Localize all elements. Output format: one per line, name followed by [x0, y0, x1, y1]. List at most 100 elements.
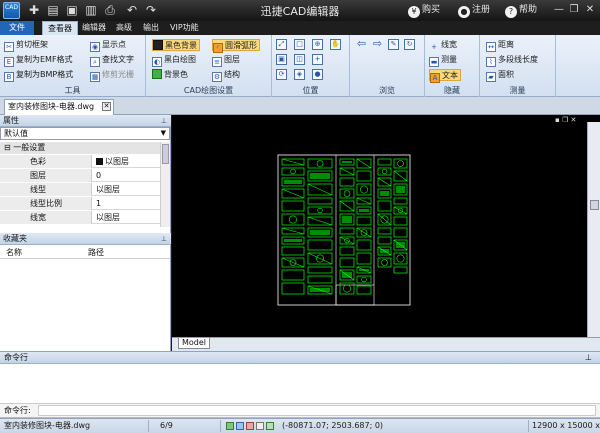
clip-frame-button[interactable]: ✂ 剪切框架	[4, 39, 48, 52]
tab-editor[interactable]: 编辑器	[77, 21, 111, 35]
edit-view-icon[interactable]: ✎	[388, 39, 399, 50]
pin-icon[interactable]: ⊥	[161, 233, 167, 245]
undo-icon[interactable]: ↶	[125, 3, 139, 17]
command-input[interactable]	[38, 405, 596, 416]
drawing-stroke	[339, 200, 355, 212]
drawing-stroke	[307, 197, 333, 205]
zoom-icon[interactable]: ⊕	[312, 39, 323, 50]
browse-group-label: 浏览	[379, 86, 395, 95]
clip-frame-icon: ✂	[4, 42, 14, 52]
tab-viewer[interactable]: 查看器	[42, 21, 78, 35]
property-row[interactable]: 色彩 以图层	[0, 155, 160, 168]
layers-button[interactable]: ≡ 图层	[212, 54, 240, 67]
column-path[interactable]: 路径	[88, 246, 104, 259]
pan-hand-icon[interactable]: ✋	[330, 39, 341, 50]
properties-scrollbar[interactable]	[160, 142, 170, 227]
model-tab[interactable]: Model	[178, 338, 210, 349]
distance-button[interactable]: ↔ 距离	[486, 39, 514, 52]
minimize-icon[interactable]: ▪	[555, 116, 560, 124]
property-row[interactable]: 线型 以图层	[0, 183, 160, 196]
grid-icon[interactable]	[236, 422, 244, 430]
lineweight-icon[interactable]	[256, 422, 264, 430]
trim-raster-button[interactable]: ▦ 修剪光栅	[90, 69, 134, 82]
document-tab[interactable]: 室内装修图块-电器.dwg ✕	[4, 99, 114, 115]
black-white-button[interactable]: ◐ 黑白绘图	[152, 54, 196, 67]
print-icon[interactable]: ⎙	[103, 3, 117, 17]
property-row[interactable]: 线型比例 1	[0, 197, 160, 210]
background-color-button[interactable]: 背景色	[152, 69, 188, 81]
forward-arrow-icon[interactable]: ⇨	[372, 38, 383, 50]
drawing-stroke	[377, 227, 392, 235]
restore-icon[interactable]: ❐	[567, 3, 581, 17]
snap-icon[interactable]	[226, 422, 234, 430]
copy-bmp-button[interactable]: B 复制为BMP格式	[4, 69, 73, 82]
property-value[interactable]: 1	[94, 197, 160, 210]
line-width-button[interactable]: + 线宽	[429, 39, 457, 51]
measure-toggle-button[interactable]: ▬ 测量	[429, 54, 457, 67]
copy-emf-button[interactable]: E 复制为EMF格式	[4, 54, 73, 67]
pin-icon[interactable]: ⊥	[161, 115, 167, 127]
drawing-stroke	[359, 269, 369, 271]
help-button[interactable]: ? 帮助	[505, 3, 537, 18]
open-icon[interactable]: ▤	[46, 3, 60, 17]
redo-icon[interactable]: ↷	[144, 3, 158, 17]
drawing-stroke	[342, 161, 352, 163]
save-as-icon[interactable]: ▥	[84, 3, 98, 17]
save-icon[interactable]: ▣	[65, 3, 79, 17]
find-text-label: 查找文字	[102, 55, 134, 64]
close-icon[interactable]: ✕	[583, 3, 597, 17]
drawing-stroke	[307, 183, 333, 196]
pin-icon[interactable]: ⊥	[585, 352, 592, 364]
text-toggle-button[interactable]: A 文本	[429, 69, 461, 83]
register-button[interactable]: ● 注册	[458, 3, 490, 18]
collapse-icon[interactable]: ⊟	[4, 143, 13, 152]
tab-output[interactable]: 输出	[138, 21, 164, 35]
black-background-button[interactable]: 黑色背景	[152, 39, 200, 51]
rotate-icon[interactable]: ⟳	[276, 69, 287, 80]
property-value[interactable]: 以图层	[94, 183, 160, 196]
orbit-icon[interactable]: ●	[312, 69, 323, 80]
property-value[interactable]: 0	[94, 169, 160, 182]
drawing-canvas[interactable]	[172, 115, 600, 351]
tab-file[interactable]: 文件	[0, 21, 34, 35]
buy-button[interactable]: ¥ 购买	[408, 3, 440, 18]
property-value[interactable]: 以图层	[94, 211, 160, 224]
properties-selector[interactable]: 默认值 ▼	[0, 127, 170, 140]
ortho-icon[interactable]	[246, 422, 254, 430]
property-group-header[interactable]: ⊟ 一般设置	[0, 142, 160, 154]
zoom-window-icon[interactable]: □	[294, 39, 305, 50]
new-icon[interactable]: ✚	[27, 3, 41, 17]
find-text-button[interactable]: ⌕ 查找文字	[90, 54, 134, 67]
property-row[interactable]: 线宽 以图层	[0, 211, 160, 224]
scrollbar-thumb[interactable]	[162, 144, 169, 164]
drawing-stroke	[381, 259, 388, 266]
smooth-arc-button[interactable]: ◜ 圆滑弧形	[212, 39, 260, 53]
property-group-label: 一般设置	[13, 143, 46, 152]
close-icon[interactable]: ✕	[571, 116, 577, 124]
property-row[interactable]: 图层 0	[0, 169, 160, 182]
tab-advanced[interactable]: 高级	[111, 21, 137, 35]
back-arrow-icon[interactable]: ⇦	[356, 38, 367, 50]
properties-header: 属性 ⊥	[0, 115, 171, 127]
view-3d-icon[interactable]: ◈	[294, 69, 305, 80]
property-value[interactable]: 以图层	[94, 155, 160, 168]
zoom-in-icon[interactable]: +	[312, 54, 323, 65]
osnap-icon[interactable]	[266, 422, 274, 430]
structure-button[interactable]: ⚙ 结构	[212, 69, 240, 82]
minimize-icon[interactable]: —	[552, 3, 566, 17]
drawing-stroke	[281, 282, 305, 295]
show-points-button[interactable]: ◉ 显示点	[90, 39, 126, 52]
area-button[interactable]: ▰ 面积	[486, 69, 514, 82]
column-name[interactable]: 名称	[6, 246, 22, 259]
restore-icon[interactable]: ❐	[562, 116, 568, 124]
close-tab-icon[interactable]: ✕	[102, 102, 111, 111]
fit-window-icon[interactable]: ⤢	[276, 39, 287, 50]
zoom-previous-icon[interactable]: ◫	[294, 54, 305, 65]
zoom-extents-icon[interactable]: ▣	[276, 54, 287, 65]
scrollbar-thumb[interactable]	[590, 200, 599, 210]
tab-vip[interactable]: VIP功能	[165, 21, 204, 35]
drawing-stroke	[281, 227, 305, 235]
polyline-length-button[interactable]: ⌇ 多段线长度	[486, 54, 538, 67]
canvas-vertical-scrollbar[interactable]	[587, 122, 600, 340]
refresh-icon[interactable]: ↻	[404, 39, 415, 50]
